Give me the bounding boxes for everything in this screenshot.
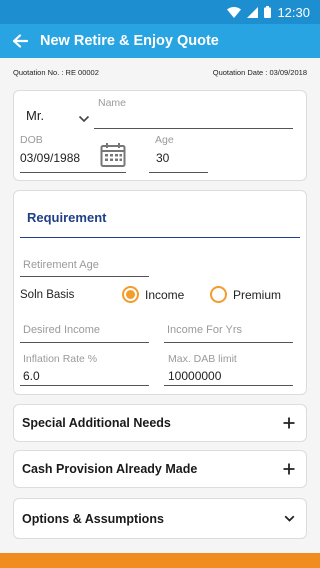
status-bar: 12:30: [0, 0, 320, 24]
status-time: 12:30: [277, 4, 310, 20]
wifi-icon: [227, 6, 242, 18]
plus-icon[interactable]: [280, 414, 298, 432]
personal-details-card: Mr. Name DOB 03/09/1988 Age 30: [13, 90, 307, 181]
quotation-meta: Quotation No. : RE 00002 Quotation Date …: [13, 68, 307, 77]
retirement-age-placeholder: Retirement Age: [23, 259, 99, 271]
page-title: New Retire & Enjoy Quote: [40, 33, 219, 49]
radio-selected-icon: [122, 286, 139, 303]
arrow-left-icon: [12, 34, 28, 48]
requirement-heading: Requirement: [27, 210, 107, 225]
radio-premium-label: Premium: [233, 287, 282, 302]
calendar-icon[interactable]: [100, 142, 126, 173]
inflation-rate-label: Inflation Rate %: [23, 353, 98, 365]
quotation-date: Quotation Date : 03/09/2018: [212, 68, 307, 77]
salutation-value: Mr.: [26, 108, 45, 123]
name-placeholder: Name: [98, 97, 127, 109]
section-label: Options & Assumptions: [22, 511, 164, 526]
section-options-assumptions[interactable]: Options & Assumptions: [13, 498, 307, 539]
back-button[interactable]: [0, 24, 40, 58]
chevron-down-icon: [78, 110, 90, 128]
bottom-action-bar[interactable]: [0, 553, 320, 568]
radio-income[interactable]: Income: [122, 286, 184, 303]
plus-icon[interactable]: [280, 460, 298, 478]
inflation-rate-value: 6.0: [23, 369, 40, 383]
section-cash-provision[interactable]: Cash Provision Already Made: [13, 450, 307, 488]
radio-premium[interactable]: Premium: [210, 286, 281, 303]
desired-income-field[interactable]: Desired Income: [20, 319, 149, 343]
divider: [20, 237, 300, 238]
age-field[interactable]: Age 30: [149, 133, 208, 173]
dob-label: DOB: [20, 134, 43, 146]
quotation-number: Quotation No. : RE 00002: [13, 68, 99, 77]
max-dab-limit-label: Max. DAB limit: [168, 353, 237, 365]
salutation-dropdown[interactable]: Mr.: [20, 103, 90, 129]
desired-income-placeholder: Desired Income: [23, 324, 101, 336]
section-label: Special Additional Needs: [22, 416, 171, 430]
income-for-yrs-field[interactable]: Income For Yrs: [164, 319, 293, 343]
app-bar: New Retire & Enjoy Quote: [0, 24, 320, 58]
income-for-yrs-placeholder: Income For Yrs: [167, 324, 242, 336]
age-value: 30: [156, 151, 170, 165]
max-dab-limit-value: 10000000: [168, 369, 222, 383]
signal-icon: [247, 6, 259, 18]
age-label: Age: [155, 134, 174, 146]
radio-unselected-icon: [210, 286, 227, 303]
dob-value: 03/09/1988: [20, 151, 81, 165]
soln-basis-label: Soln Basis: [20, 289, 75, 301]
inflation-rate-field[interactable]: Inflation Rate % 6.0: [20, 351, 149, 386]
max-dab-limit-field[interactable]: Max. DAB limit 10000000: [164, 351, 293, 386]
battery-icon: [264, 6, 272, 18]
section-label: Cash Provision Already Made: [22, 462, 198, 476]
chevron-down-icon[interactable]: [280, 510, 298, 528]
retirement-age-field[interactable]: Retirement Age: [20, 253, 149, 277]
requirement-card: Requirement Retirement Age Soln Basis In…: [13, 190, 307, 395]
section-special-additional-needs[interactable]: Special Additional Needs: [13, 404, 307, 442]
radio-income-label: Income: [145, 287, 185, 302]
name-field[interactable]: Name: [94, 95, 293, 129]
